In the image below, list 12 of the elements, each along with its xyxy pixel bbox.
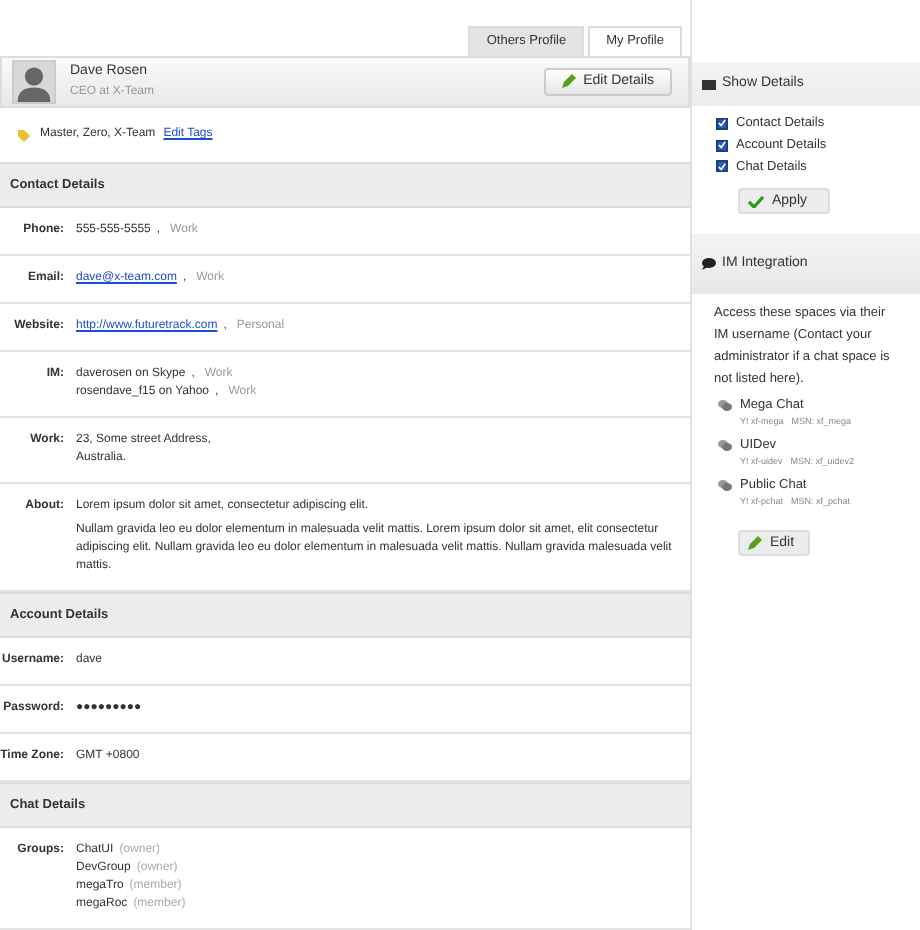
- tag-icon: [16, 127, 32, 144]
- checkbox[interactable]: [716, 160, 728, 173]
- chat-bubbles-icon: [718, 480, 732, 493]
- checkbox[interactable]: [716, 117, 728, 130]
- monitor-icon: [702, 79, 716, 89]
- chat-bubbles-icon: [718, 440, 732, 453]
- speech-bubble-icon: [702, 258, 716, 271]
- pencil-icon: [748, 536, 762, 551]
- chat-bubbles-icon: [718, 400, 732, 413]
- checkbox[interactable]: [716, 139, 728, 152]
- checkmark-icon: [748, 195, 764, 208]
- pencil-icon: [561, 74, 576, 89]
